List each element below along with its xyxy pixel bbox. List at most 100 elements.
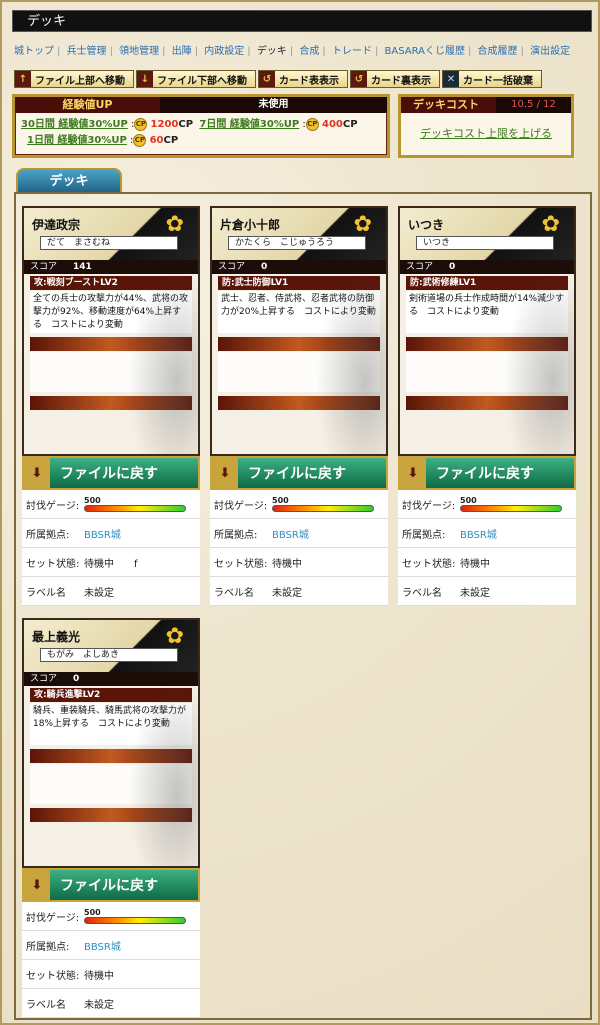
gauge-label: 討伐ゲージ:: [26, 912, 80, 924]
return-to-file-button[interactable]: ⬇ ファイルに戻す: [22, 456, 200, 490]
score-label: スコア: [218, 262, 246, 272]
nav-item-territory[interactable]: 領地管理: [119, 46, 159, 57]
move-to-top-button[interactable]: ↑ ファイル上部へ移動: [14, 70, 134, 88]
tool-label: カード表表示: [279, 75, 339, 87]
tab-deck[interactable]: デッキ: [16, 168, 122, 194]
subjugation-gauge: 500: [272, 496, 388, 512]
ink-decoration: [128, 268, 198, 454]
card-info-table: 討伐ゲージ: 500 所属拠点: BBSR城 セット状態: 待機中 ラベル名 未設定: [210, 490, 388, 606]
card-face[interactable]: いつき ✿ いつき スコア 0 防:武術修練LV1 剣術道場の兵士作成時間が14%…: [398, 206, 576, 456]
return-to-file-button[interactable]: ⬇ ファイルに戻す: [210, 456, 388, 490]
base-label: 所属拠点:: [214, 529, 258, 541]
state-extra: f: [134, 558, 138, 570]
label-name-label: ラベル名: [26, 587, 66, 599]
state-label: セット状態:: [26, 970, 80, 982]
card-face[interactable]: 伊達政宗 ✿ だて まさむね スコア 141 攻:戦刻ブーストLV2 全ての兵士の…: [22, 206, 200, 456]
nav-item-effect-settings[interactable]: 演出設定: [530, 46, 570, 57]
nav-separator: |: [162, 46, 166, 57]
label-name-value: 未設定: [272, 587, 302, 599]
base-link[interactable]: BBSR城: [84, 938, 200, 953]
nav-item-soldiers[interactable]: 兵士管理: [67, 46, 107, 57]
return-to-file-button[interactable]: ⬇ ファイルに戻す: [398, 456, 576, 490]
score-value: 0: [449, 262, 456, 272]
page-title: デッキ: [12, 10, 592, 32]
card-name: いつき: [408, 218, 445, 232]
deck-card: 片倉小十郎 ✿ かたくら こじゅうろう スコア 0 防:武士防御LV1 武士、忍者…: [210, 206, 388, 606]
card-name: 片倉小十郎: [220, 218, 281, 232]
tool-label: ファイル下部へ移動: [157, 75, 247, 87]
label-name-label: ラベル名: [214, 587, 254, 599]
nav-item-domestic[interactable]: 内政設定: [204, 46, 244, 57]
nav-item-fusion-history[interactable]: 合成履歴: [478, 46, 518, 57]
gauge-label: 討伐ゲージ:: [402, 500, 456, 512]
cp-icon: CP: [134, 117, 148, 131]
card-info-table: 討伐ゲージ: 500 所属拠点: BBSR城 セット状態: 待機中 ラベル名 未設定: [22, 902, 200, 1018]
exp-option-30day-cost: 1200: [150, 119, 179, 130]
cp-unit: CP: [163, 135, 179, 146]
gauge-bar: [460, 505, 562, 512]
gauge-value: 500: [272, 496, 289, 505]
subjugation-gauge: 500: [84, 908, 200, 924]
nav-item-sortie[interactable]: 出陣: [172, 46, 192, 57]
show-card-front-button[interactable]: ↺ カード表表示: [258, 70, 348, 88]
cp-icon: CP: [305, 117, 319, 131]
score-value: 141: [73, 262, 92, 272]
card-name: 最上義光: [32, 630, 81, 644]
exp-option-7day-cost: 400: [322, 119, 343, 130]
gauge-label: 討伐ゲージ:: [214, 500, 268, 512]
subjugation-gauge: 500: [84, 496, 200, 512]
state-value: 待機中 f: [84, 555, 200, 570]
exp-option-7day[interactable]: 7日間 経験値30%UP: [199, 119, 299, 130]
base-link[interactable]: BBSR城: [84, 526, 200, 541]
arrow-up-icon: ↑: [15, 71, 31, 87]
nav-menu: 城トップ | 兵士管理 | 領地管理 | 出陣 | 内政設定 | デッキ | 合成 | トレー…: [14, 44, 594, 60]
arrow-down-icon: ↓: [137, 71, 153, 87]
ink-decoration: [316, 268, 386, 454]
tool-label: カード一括破棄: [463, 75, 533, 87]
gauge-value: 500: [84, 908, 101, 917]
exp-option-1day[interactable]: 1日間 経験値30%UP: [27, 135, 127, 146]
state-value: 待機中: [84, 970, 114, 982]
nav-item-trade[interactable]: トレード: [332, 46, 372, 57]
nav-item-lottery-history[interactable]: BASARAくじ履歴: [385, 46, 465, 57]
cp-unit: CP: [342, 119, 358, 130]
toolbar: ↑ ファイル上部へ移動 ↓ ファイル下部へ移動 ↺ カード表表示 ↺ カード裏表示 ✕ カ…: [14, 70, 542, 88]
card-face[interactable]: 最上義光 ✿ もがみ よしあき スコア 0 攻:騎兵進撃LV2 騎兵、重装騎兵、騎…: [22, 618, 200, 868]
card-face[interactable]: 片倉小十郎 ✿ かたくら こじゅうろう スコア 0 防:武士防御LV1 武士、忍者…: [210, 206, 388, 456]
subjugation-gauge: 500: [460, 496, 576, 512]
flower-icon: ✿: [353, 212, 372, 237]
state-label: セット状態:: [402, 558, 456, 570]
card-kana: かたくら こじゅうろう: [228, 236, 366, 250]
ink-decoration: [128, 680, 198, 866]
deck-cost-heading: デッキコスト: [413, 98, 479, 111]
show-card-back-button[interactable]: ↺ カード裏表示: [350, 70, 440, 88]
return-to-file-button[interactable]: ⬇ ファイルに戻す: [22, 868, 200, 902]
deck-card: いつき ✿ いつき スコア 0 防:武術修練LV1 剣術道場の兵士作成時間が14%…: [398, 206, 576, 606]
exp-up-panel: 経験値UP 未使用 30日間 経験値30%UP :CP 1200CP 7日間 経…: [12, 94, 390, 158]
label-name-label: ラベル名: [26, 999, 66, 1011]
card-kana: いつき: [416, 236, 554, 250]
deck-card: 最上義光 ✿ もがみ よしあき スコア 0 攻:騎兵進撃LV2 騎兵、重装騎兵、騎…: [22, 618, 200, 1018]
return-to-file-label: ファイルに戻す: [248, 466, 346, 482]
return-to-file-label: ファイルに戻す: [436, 466, 534, 482]
nav-separator: |: [322, 46, 326, 57]
ink-decoration: [504, 268, 574, 454]
card-kana: だて まさむね: [40, 236, 178, 250]
base-link[interactable]: BBSR城: [272, 526, 388, 541]
score-value: 0: [261, 262, 268, 272]
move-to-bottom-button[interactable]: ↓ ファイル下部へ移動: [136, 70, 256, 88]
arrow-down-icon: ⬇: [24, 458, 50, 488]
exp-option-30day[interactable]: 30日間 経験値30%UP: [21, 119, 128, 130]
base-link[interactable]: BBSR城: [460, 526, 576, 541]
nav-item-castle-top[interactable]: 城トップ: [14, 46, 54, 57]
label-name-label: ラベル名: [402, 587, 442, 599]
rotate-icon: ↺: [351, 71, 367, 87]
tool-label: カード裏表示: [371, 75, 431, 87]
score-label: スコア: [30, 674, 58, 684]
nav-item-deck: デッキ: [256, 46, 287, 57]
state-value: 待機中: [272, 558, 302, 570]
raise-deck-cost-link[interactable]: デッキコスト上限を上げる: [401, 125, 571, 141]
bulk-discard-button[interactable]: ✕ カード一括破棄: [442, 70, 542, 88]
nav-item-fusion[interactable]: 合成: [299, 46, 319, 57]
score-label: スコア: [406, 262, 434, 272]
